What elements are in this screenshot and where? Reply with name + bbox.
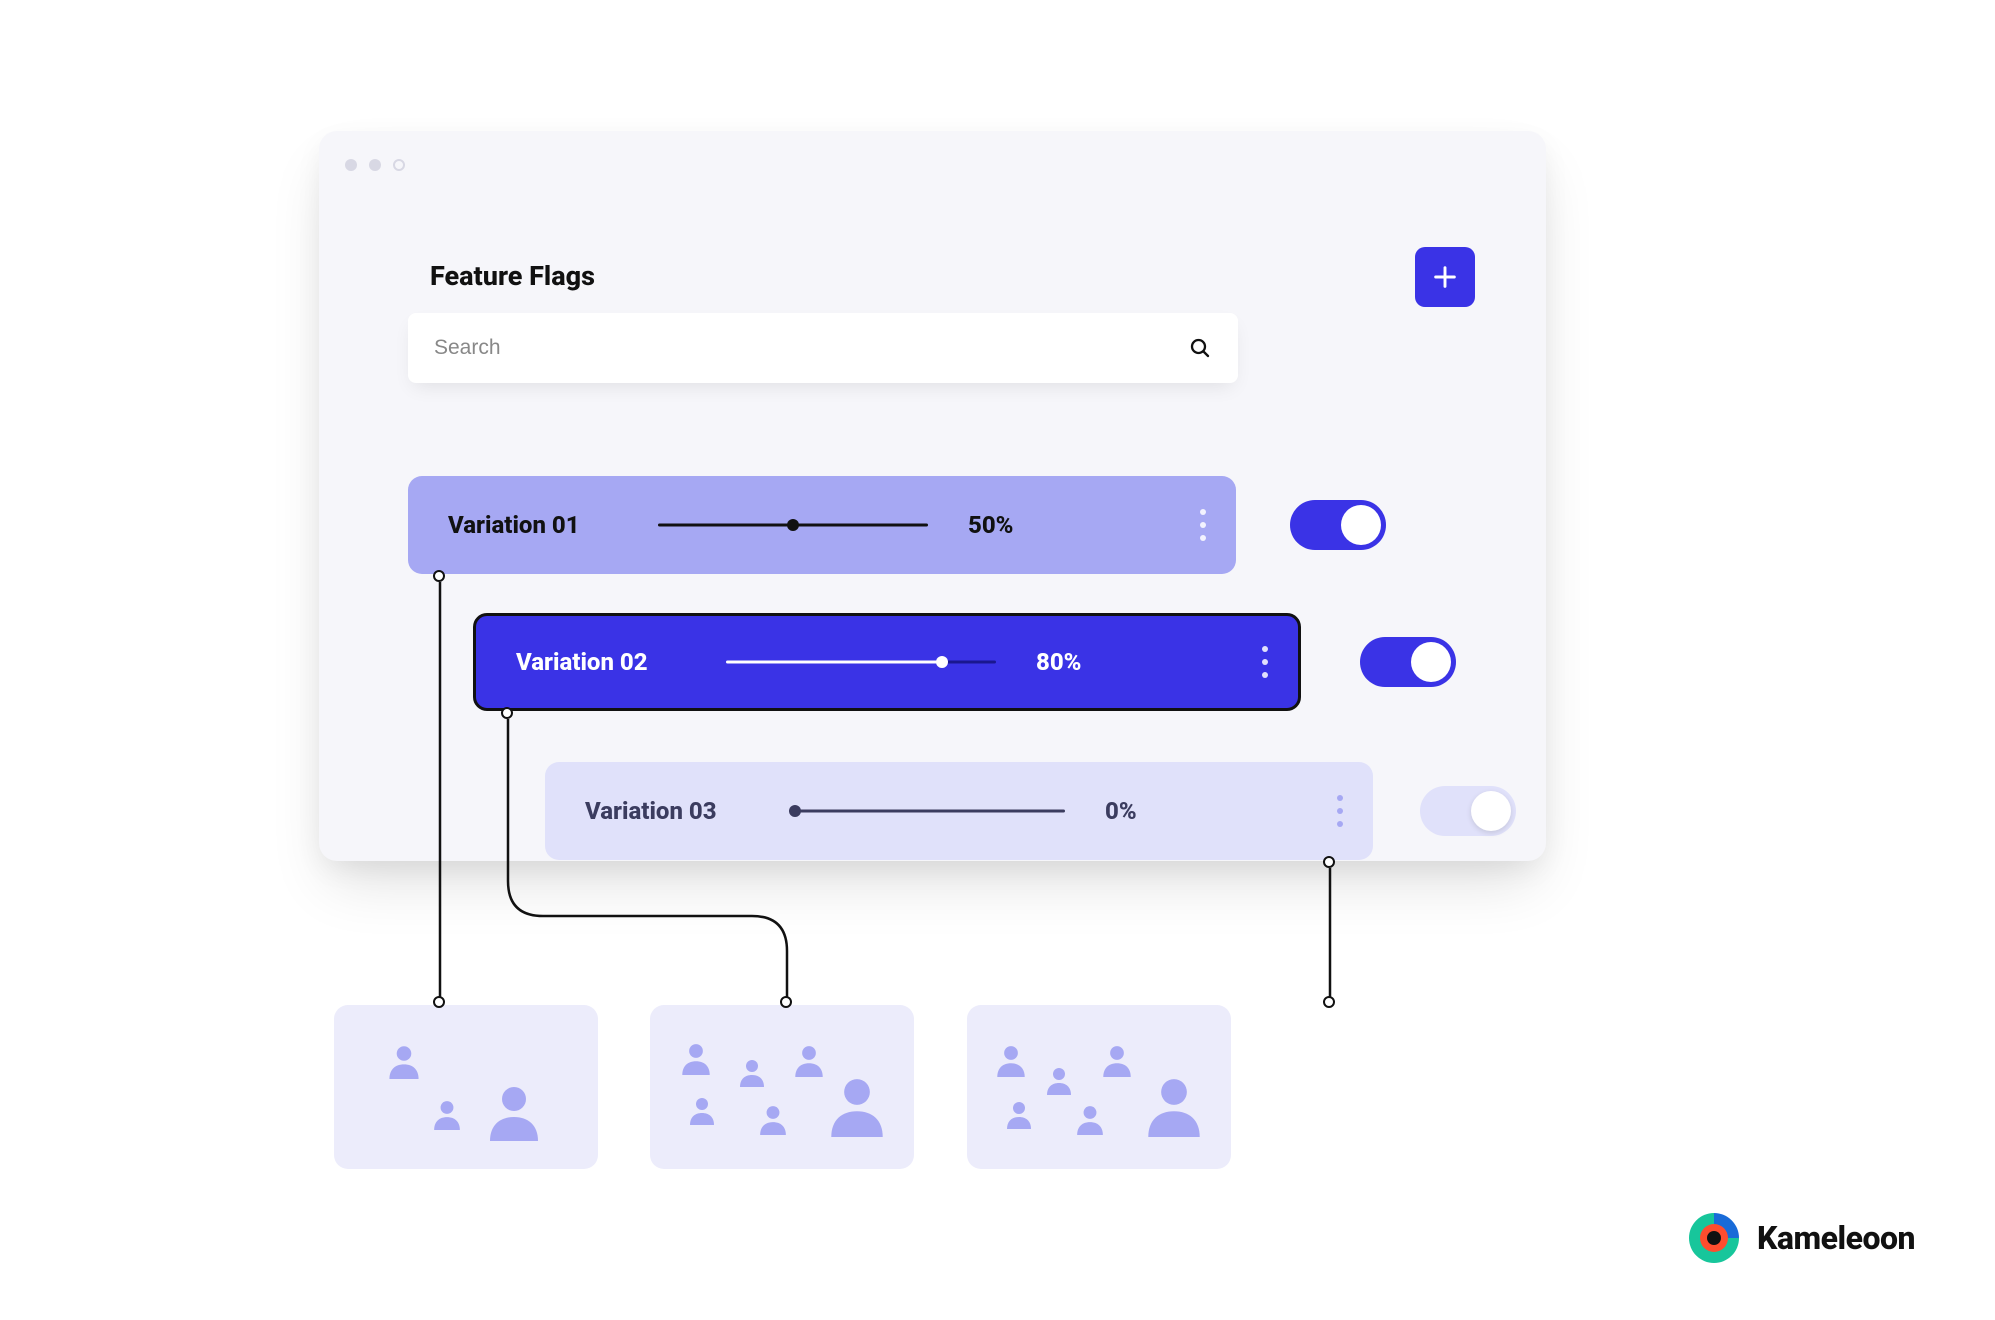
connector-line: [502, 711, 792, 1007]
person-icon: [389, 1045, 419, 1079]
audience-card: [334, 1005, 598, 1169]
variation-toggle-01[interactable]: [1290, 500, 1386, 550]
brand-logo: Kameleoon: [1687, 1211, 1915, 1265]
connector-node-icon: [1323, 996, 1335, 1008]
window-dot-icon: [393, 159, 405, 171]
person-icon: [1007, 1101, 1031, 1129]
variation-slider[interactable]: [726, 660, 996, 664]
audience-card: [650, 1005, 914, 1169]
search-bar[interactable]: [408, 313, 1238, 383]
person-icon: [740, 1059, 764, 1087]
person-icon: [997, 1045, 1025, 1077]
connector-line: [434, 574, 446, 1006]
variation-card-01[interactable]: Variation 01 50%: [408, 476, 1236, 574]
connector-node-icon: [780, 996, 792, 1008]
brand-name: Kameleoon: [1757, 1219, 1915, 1257]
connector-node-icon: [433, 996, 445, 1008]
connector-node-icon: [433, 570, 445, 582]
more-menu-icon[interactable]: [1262, 646, 1268, 678]
person-icon: [1047, 1067, 1071, 1095]
window-dot-icon: [345, 159, 357, 171]
search-input[interactable]: [434, 336, 1188, 360]
variation-card-02[interactable]: Variation 02 80%: [473, 613, 1301, 711]
person-icon: [1103, 1045, 1131, 1077]
person-icon: [690, 1097, 714, 1125]
plus-icon: [1431, 263, 1459, 291]
variation-label: Variation 01: [448, 511, 658, 539]
variation-percent: 0%: [1105, 797, 1175, 825]
window-controls: [345, 159, 405, 171]
variation-percent: 50%: [968, 511, 1038, 539]
audience-card: [967, 1005, 1231, 1169]
connector-node-icon: [1323, 856, 1335, 868]
person-icon: [682, 1043, 710, 1075]
variation-slider[interactable]: [795, 809, 1065, 813]
variation-toggle-03[interactable]: [1420, 786, 1516, 836]
connector-line: [1324, 860, 1336, 1006]
page-title: Feature Flags: [430, 260, 595, 292]
person-icon: [489, 1085, 539, 1141]
person-icon: [760, 1105, 786, 1135]
variation-slider[interactable]: [658, 523, 928, 527]
variation-percent: 80%: [1036, 648, 1106, 676]
person-icon: [434, 1100, 460, 1130]
add-feature-flag-button[interactable]: [1415, 247, 1475, 307]
person-icon: [795, 1045, 823, 1077]
more-menu-icon[interactable]: [1200, 509, 1206, 541]
search-icon: [1188, 336, 1212, 360]
person-icon: [1077, 1105, 1103, 1135]
more-menu-icon[interactable]: [1337, 795, 1343, 827]
window-dot-icon: [369, 159, 381, 171]
kameleoon-logo-icon: [1687, 1211, 1741, 1265]
connector-node-icon: [501, 707, 513, 719]
variation-toggle-02[interactable]: [1360, 637, 1456, 687]
variation-label: Variation 02: [516, 648, 726, 676]
person-icon: [830, 1077, 884, 1137]
person-icon: [1147, 1077, 1201, 1137]
